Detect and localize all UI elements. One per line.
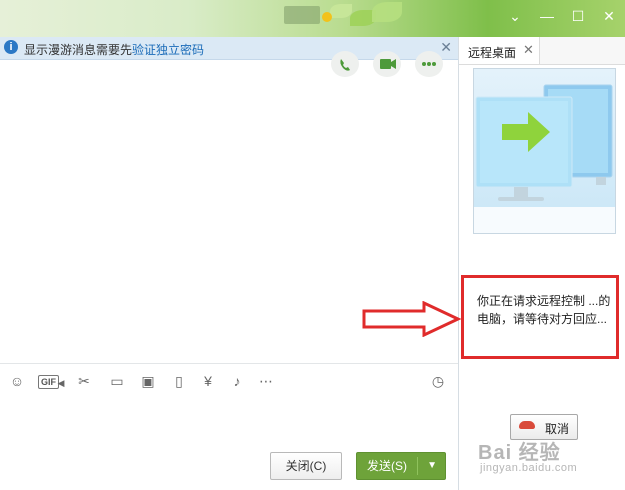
music-icon[interactable]: ♪ (228, 372, 246, 390)
remote-desktop-illustration (473, 68, 616, 234)
hang-up-icon (519, 421, 535, 429)
remote-request-message: 你正在请求远程控制 ...的电脑，请等待对方回应... (477, 294, 611, 326)
gif-icon[interactable]: GIF (38, 375, 59, 389)
watermark-title: Bai 经验 (478, 442, 561, 464)
chevron-down-icon[interactable]: ▼ (427, 453, 437, 479)
send-button-label: 发送(S) (367, 459, 407, 473)
input-toolbar: ☺ GIF ◀ ✂ ▭ ▣ ▯ ¥ ♪ ⋯ ◷ (0, 363, 458, 398)
status-badge (322, 12, 332, 22)
image-icon[interactable]: ▣ (138, 372, 158, 390)
video-call-button[interactable] (373, 51, 401, 77)
cancel-button-label: 取消 (545, 422, 570, 436)
maximize-icon[interactable]: ☐ (568, 6, 588, 26)
monitors-icon (475, 84, 613, 201)
close-button[interactable]: 关闭(C) (270, 452, 342, 480)
folder-icon[interactable]: ▭ (107, 372, 127, 390)
tab-remote-desktop[interactable]: 远程桌面 ✕ (459, 37, 540, 64)
voice-call-button[interactable] (331, 51, 359, 77)
red-packet-icon[interactable]: ¥ (199, 372, 217, 390)
close-icon[interactable]: ✕ (523, 42, 534, 58)
tab-label: 远程桌面 (468, 46, 517, 60)
close-icon[interactable]: ✕ (599, 6, 619, 26)
minimize-icon[interactable]: — (537, 6, 557, 26)
watermark: Bai 经验 jingyan.baidu.com (478, 436, 577, 474)
title-bar-obscured-area (284, 6, 320, 24)
send-button[interactable]: 发送(S) ▼ (356, 452, 446, 480)
chevron-down-icon[interactable]: ⌄ (505, 6, 525, 26)
verify-password-link[interactable]: 验证独立密码 (132, 43, 204, 57)
send-button-separator (417, 457, 418, 475)
panel-divider (458, 37, 459, 490)
video-icon (380, 59, 396, 69)
more-icon[interactable]: ⋯ (257, 372, 275, 390)
history-clock-icon[interactable]: ◷ (429, 372, 447, 390)
shake-icon[interactable]: ▯ (169, 372, 189, 390)
watermark-url: jingyan.baidu.com (480, 462, 578, 474)
camera-icon: ◀ (57, 378, 65, 388)
notice-message: 显示漫游消息需要先 (24, 43, 133, 57)
scissors-icon[interactable]: ✂ (74, 372, 94, 390)
request-message-box: 你正在请求远程控制 ...的电脑，请等待对方回应... (461, 275, 619, 359)
more-actions-button[interactable] (415, 51, 443, 77)
info-icon: i (4, 40, 18, 54)
leaf-decoration (372, 2, 402, 22)
annotation-arrow-icon (362, 301, 462, 337)
leaf-decoration (330, 4, 352, 18)
emoji-icon[interactable]: ☺ (8, 372, 26, 390)
title-bar: ⌄ — ☐ ✕ (0, 0, 625, 37)
notice-text: 显示漫游消息需要先验证独立密码 (24, 41, 204, 58)
more-icon (422, 62, 436, 66)
phone-icon (340, 59, 350, 71)
side-panel-tabs: 远程桌面 ✕ (459, 37, 625, 65)
